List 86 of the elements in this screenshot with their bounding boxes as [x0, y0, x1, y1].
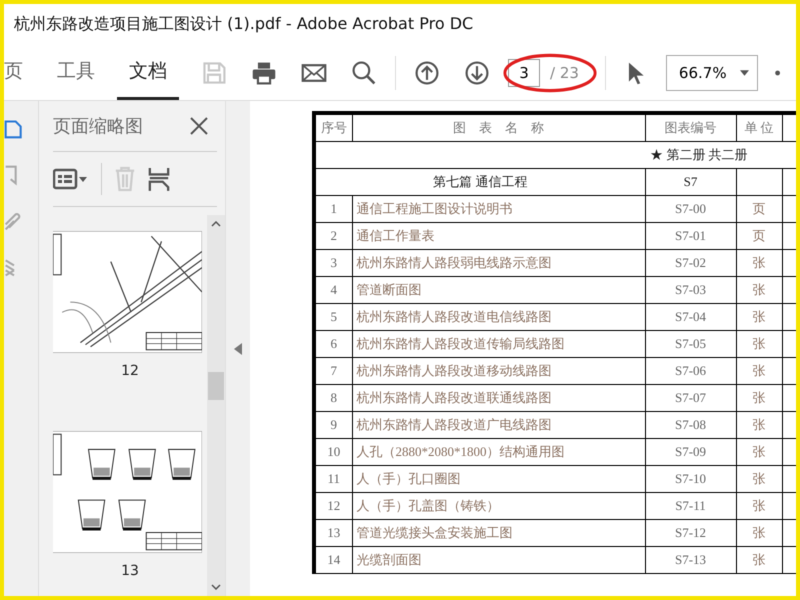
table-cell: 5 — [314, 304, 352, 330]
options-icon[interactable] — [53, 167, 89, 191]
table-cell: 光缆剖面图 — [352, 546, 645, 574]
scroll-thumb[interactable] — [208, 372, 224, 400]
table-cell: 2 — [314, 222, 352, 250]
page-total: / 23 — [550, 64, 579, 82]
table-cell: 张 — [736, 358, 782, 384]
table-cell: S7-02 — [645, 250, 736, 276]
table-cell: 10 — [314, 438, 352, 466]
table-cell: 张 — [736, 330, 782, 358]
table-cell: 张 — [736, 384, 782, 412]
table-cell: 通信工程施工图设计说明书 — [352, 196, 645, 222]
column-header: 图表编号 — [645, 113, 736, 142]
table-cell: 人（手）孔口圈图 — [352, 466, 645, 492]
table-cell: 页 — [736, 222, 782, 250]
nav-tab[interactable]: 工具 — [45, 45, 107, 100]
section-title: 第七篇 通信工程 — [314, 168, 645, 196]
column-header: 单 位 — [736, 113, 782, 142]
table-cell: 杭州东路情人路段改道电信线路图 — [352, 304, 645, 330]
panel-title: 页面缩略图 — [53, 115, 143, 138]
page-thumbnail[interactable] — [53, 431, 202, 553]
table-cell: 张 — [736, 412, 782, 438]
table-cell: 杭州东路情人路段改道联通线路图 — [352, 384, 645, 412]
page-number-label: 12 — [121, 363, 139, 379]
table-cell: 杭州东路情人路段改道传输局线路图 — [352, 330, 645, 358]
scrollbar[interactable] — [207, 215, 225, 596]
table-cell: 6 — [314, 330, 352, 358]
table-cell: 张 — [736, 438, 782, 466]
collapse-arrow-icon[interactable] — [234, 342, 242, 354]
table-cell: 管道光缆接头盒安装施工图 — [352, 520, 645, 546]
table-cell: S7-01 — [645, 222, 736, 250]
table-cell: 通信工作量表 — [352, 222, 645, 250]
search-icon[interactable] — [351, 60, 377, 86]
table-cell: S7-07 — [645, 384, 736, 412]
column-header: 序号 — [314, 113, 352, 142]
table-cell: 张 — [736, 250, 782, 276]
nav-tab[interactable]: 页 — [4, 45, 35, 100]
table-cell: 杭州东路情人路段弱电线路示意图 — [352, 250, 645, 276]
arrow-down-circle-icon[interactable] — [464, 60, 490, 86]
table-cell: 8 — [314, 384, 352, 412]
table-cell: 杭州东路情人路段改道移动线路图 — [352, 358, 645, 384]
table-cell: 人孔（2880*2080*1800）结构通用图 — [352, 438, 645, 466]
window-title: 杭州东路改造项目施工图设计 (1).pdf - Adobe Acrobat Pro DC — [14, 14, 474, 35]
table-cell: S7-08 — [645, 412, 736, 438]
volume-heading: ★ 第二册 共二册 — [650, 147, 748, 162]
table-cell: 7 — [314, 358, 352, 384]
zoom-dropdown[interactable]: 66.7% — [666, 54, 758, 90]
table-cell: S7-11 — [645, 492, 736, 520]
table-cell: 4 — [314, 276, 352, 304]
table-cell: S7-12 — [645, 520, 736, 546]
table-cell: S7-13 — [645, 546, 736, 574]
scroll-up-icon[interactable] — [211, 221, 221, 227]
table-cell: 杭州东路情人路段改道广电线路图 — [352, 412, 645, 438]
arrow-up-circle-icon[interactable] — [414, 60, 440, 86]
section-code: S7 — [645, 168, 736, 196]
table-cell: S7-06 — [645, 358, 736, 384]
insert-page-icon[interactable] — [148, 165, 170, 193]
table-cell: 12 — [314, 492, 352, 520]
table-cell: 管道断面图 — [352, 276, 645, 304]
page-thumbnail[interactable] — [53, 231, 202, 353]
print-icon[interactable] — [251, 60, 277, 86]
table-cell: 张 — [736, 466, 782, 492]
table-cell: S7-05 — [645, 330, 736, 358]
table-cell: 张 — [736, 276, 782, 304]
scroll-down-icon[interactable] — [211, 584, 221, 590]
table-cell: S7-10 — [645, 466, 736, 492]
page-number-label: 13 — [121, 563, 139, 579]
table-cell: 页 — [736, 196, 782, 222]
table-cell: 张 — [736, 520, 782, 546]
table-cell: 1 — [314, 196, 352, 222]
table-cell: 张 — [736, 546, 782, 574]
table-cell: S7-03 — [645, 276, 736, 304]
table-cell: 11 — [314, 466, 352, 492]
table-cell: 3 — [314, 250, 352, 276]
table-cell: 9 — [314, 412, 352, 438]
caret-icon — [740, 70, 749, 76]
table-cell: 13 — [314, 520, 352, 546]
table-cell: S7-09 — [645, 438, 736, 466]
table-cell: S7-04 — [645, 304, 736, 330]
table-cell: 张 — [736, 304, 782, 330]
table-cell: 人（手）孔盖图（铸铁） — [352, 492, 645, 520]
table-cell: S7-00 — [645, 196, 736, 222]
column-header: 图 表 名 称 — [352, 113, 645, 142]
table-cell: 14 — [314, 546, 352, 574]
close-icon[interactable] — [189, 116, 209, 136]
table-cell: 张 — [736, 492, 782, 520]
